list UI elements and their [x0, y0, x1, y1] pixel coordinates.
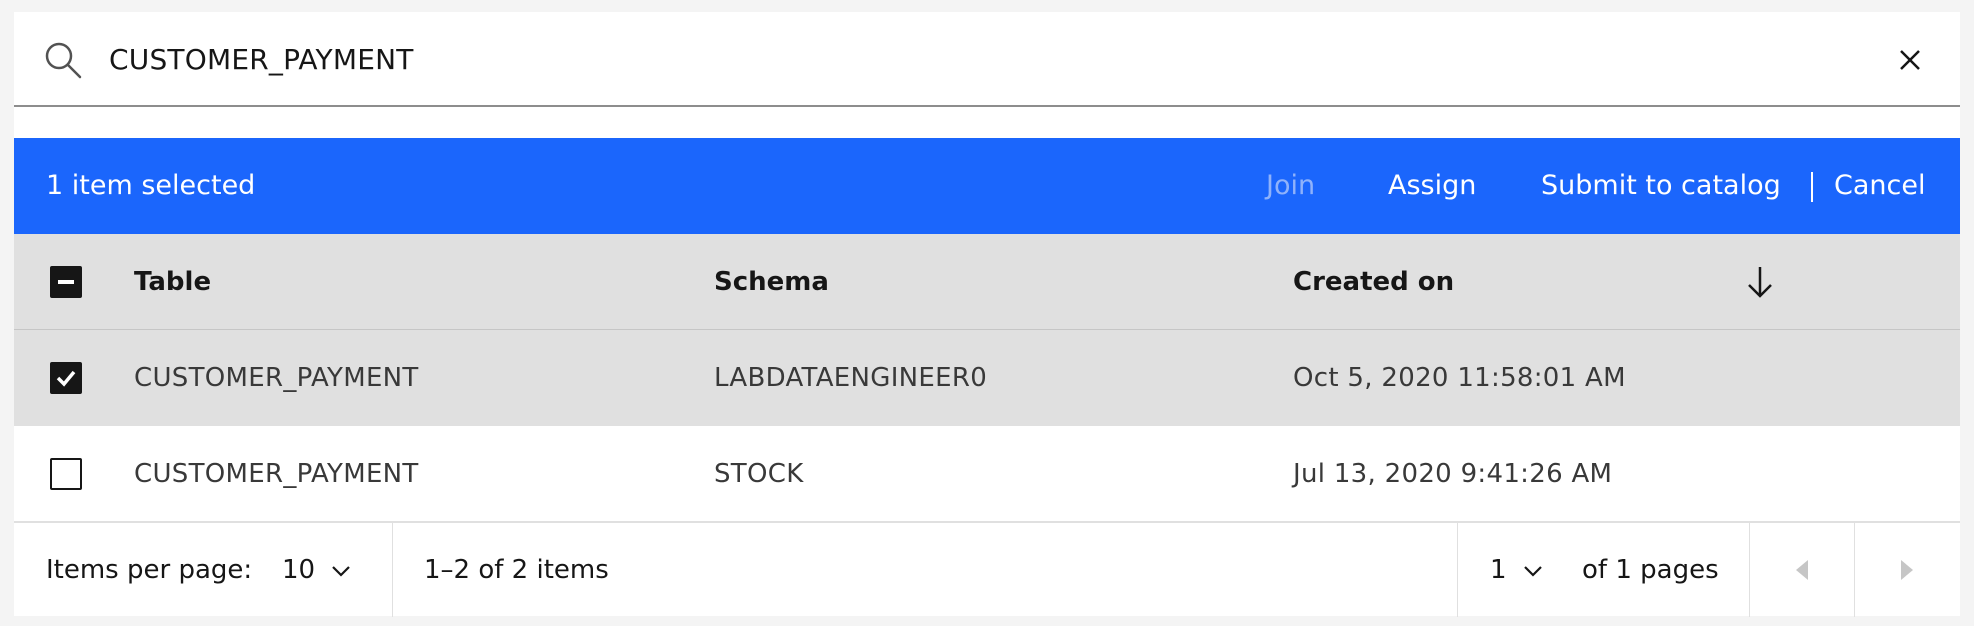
previous-page-button[interactable]: [1750, 523, 1854, 617]
table-panel: CUSTOMER_PAYMENT 1 item selected Join As…: [14, 12, 1960, 617]
cell-table-name: CUSTOMER_PAYMENT: [134, 459, 419, 489]
cancel-button[interactable]: Cancel: [1834, 138, 1925, 234]
search-bar: CUSTOMER_PAYMENT: [14, 12, 1960, 107]
divider: [392, 523, 393, 617]
column-header-table[interactable]: Table: [134, 234, 211, 330]
select-all-checkbox[interactable]: [50, 266, 82, 298]
pagination-bar: Items per page: 10 1–2 of 2 items 1 of 1…: [14, 522, 1960, 617]
close-icon: [1900, 50, 1920, 70]
items-per-page-label: Items per page:: [46, 555, 253, 585]
clear-search-button[interactable]: [1888, 38, 1932, 82]
caret-left-icon: [1796, 560, 1808, 580]
cell-schema: LABDATAENGINEER0: [714, 363, 988, 393]
row-checkbox[interactable]: [50, 458, 82, 490]
table-row[interactable]: CUSTOMER_PAYMENT LABDATAENGINEER0 Oct 5,…: [14, 330, 1960, 426]
caret-right-icon: [1901, 560, 1913, 580]
row-checkbox[interactable]: [50, 362, 82, 394]
table-row[interactable]: CUSTOMER_PAYMENT STOCK Jul 13, 2020 9:41…: [14, 426, 1960, 522]
column-header-schema[interactable]: Schema: [714, 234, 829, 330]
next-page-button[interactable]: [1855, 523, 1959, 617]
cell-schema: STOCK: [714, 459, 804, 489]
chevron-down-icon[interactable]: [1522, 560, 1544, 582]
assign-button[interactable]: Assign: [1388, 138, 1476, 234]
cell-table-name: CUSTOMER_PAYMENT: [134, 363, 419, 393]
submit-to-catalog-button[interactable]: Submit to catalog: [1541, 138, 1781, 234]
selected-count: 1 item selected: [46, 170, 256, 201]
items-per-page-select[interactable]: 10: [282, 523, 315, 617]
action-divider: [1811, 172, 1813, 202]
table-header: Table Schema Created on: [14, 234, 1960, 330]
sort-arrow-down-icon[interactable]: [1740, 262, 1780, 302]
checkmark-icon: [56, 370, 76, 387]
column-header-created-on[interactable]: Created on: [1293, 234, 1454, 330]
cell-created-on: Jul 13, 2020 9:41:26 AM: [1293, 459, 1613, 489]
cell-created-on: Oct 5, 2020 11:58:01 AM: [1293, 363, 1626, 393]
page-total-text: of 1 pages: [1582, 555, 1719, 585]
search-input[interactable]: CUSTOMER_PAYMENT: [109, 12, 414, 107]
item-range-text: 1–2 of 2 items: [424, 555, 609, 585]
divider: [1457, 523, 1458, 617]
join-button[interactable]: Join: [1266, 138, 1315, 234]
page-select[interactable]: 1: [1490, 523, 1507, 617]
search-icon: [45, 42, 82, 79]
chevron-down-icon[interactable]: [330, 560, 352, 582]
batch-action-bar: 1 item selected Join Assign Submit to ca…: [14, 138, 1960, 234]
